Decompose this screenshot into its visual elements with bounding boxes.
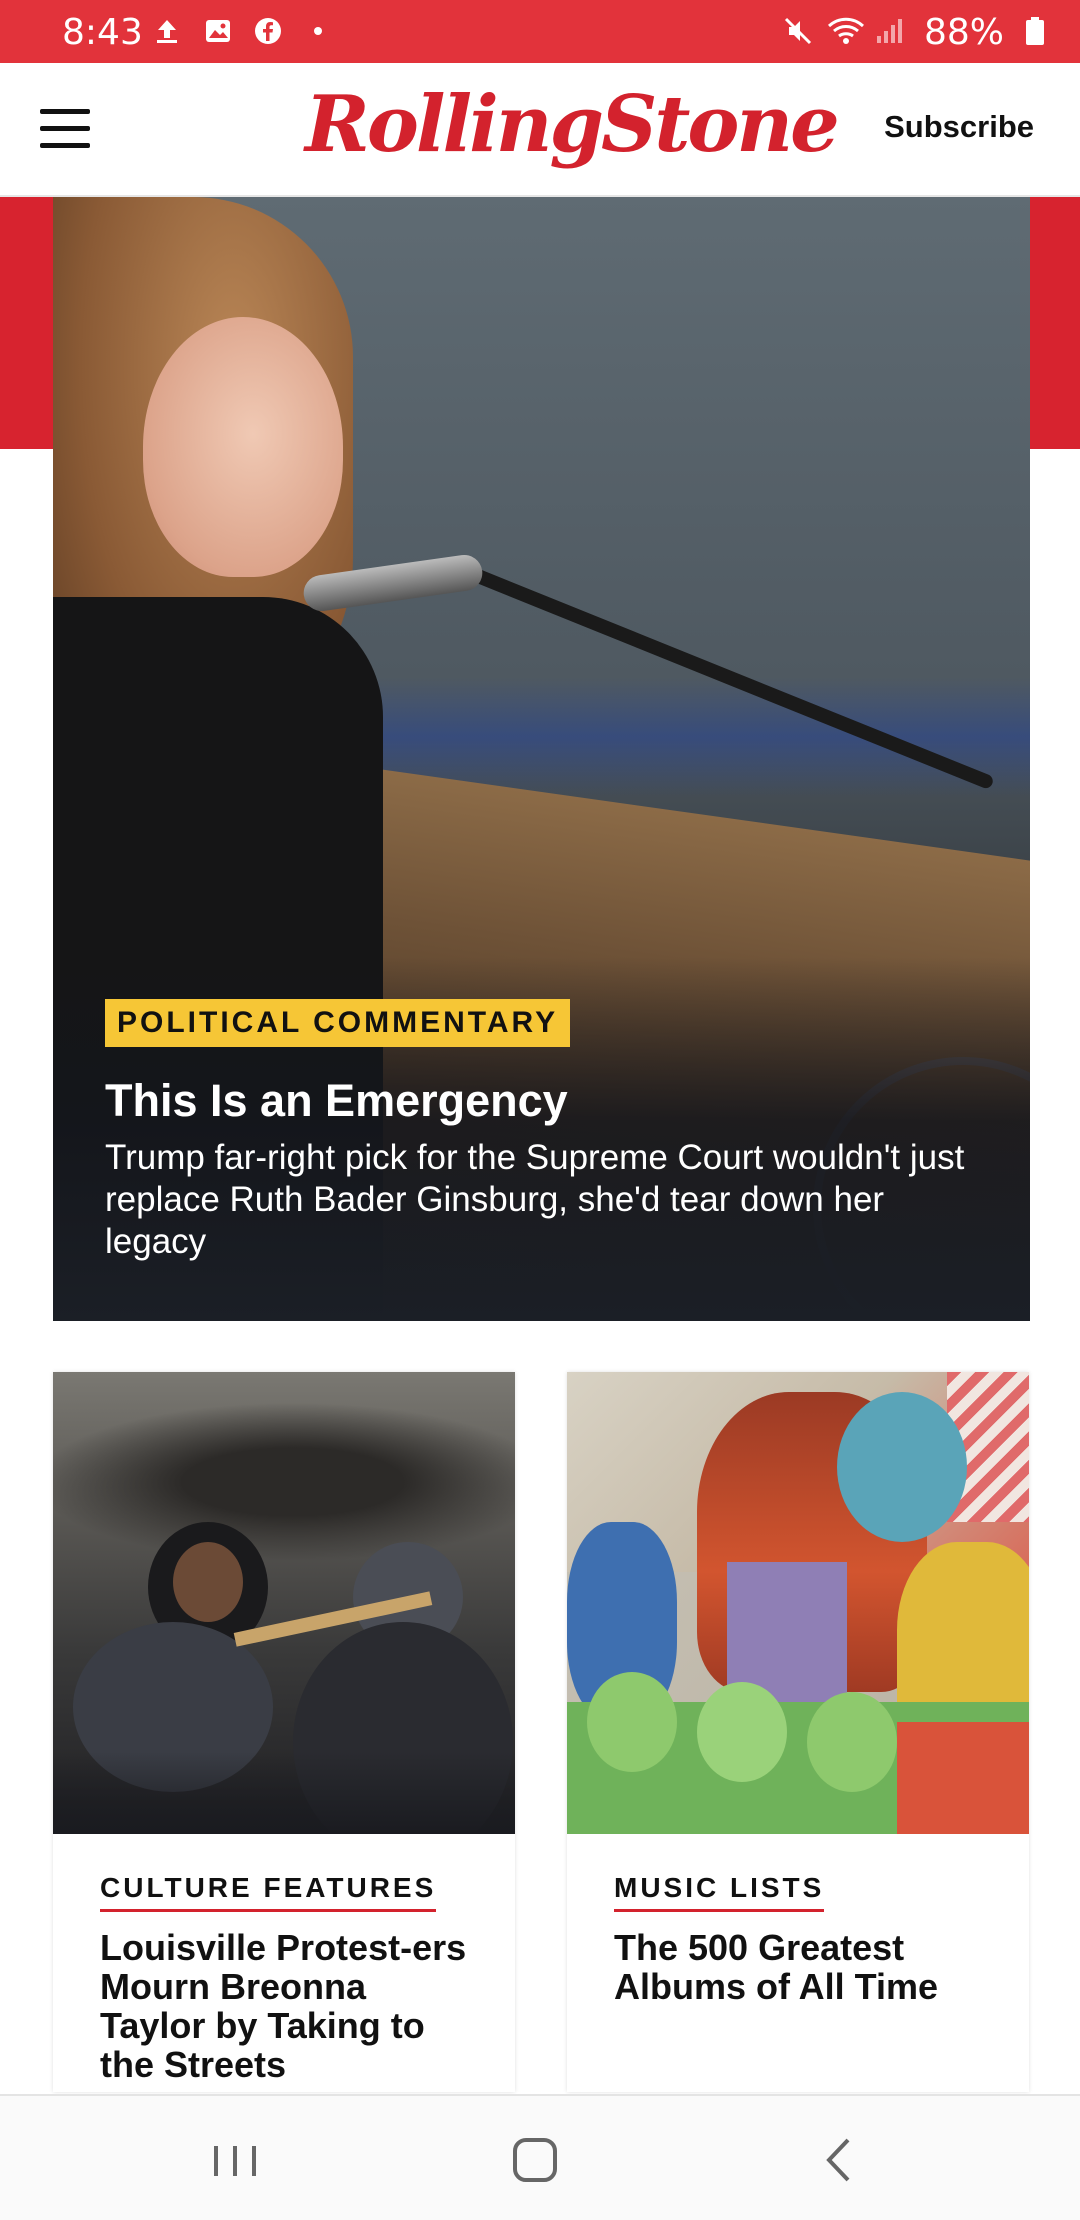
hero-story-card[interactable]: POLITICAL COMMENTARY This Is an Emergenc… <box>53 197 1030 1321</box>
battery-percent: 88% <box>923 12 1004 53</box>
menu-icon <box>40 109 90 114</box>
signal-icon <box>877 19 902 43</box>
facebook-icon <box>255 18 281 44</box>
site-header: RollingStone Subscribe <box>0 63 1080 197</box>
upload-icon <box>157 20 177 43</box>
story-category[interactable]: MUSIC LISTS <box>614 1872 825 1912</box>
story-card[interactable]: MUSIC LISTS The 500 Greatest Albums of A… <box>567 1372 1029 2092</box>
hero-category-badge[interactable]: POLITICAL COMMENTARY <box>105 999 571 1047</box>
wifi-icon <box>827 17 865 44</box>
image-icon <box>206 20 230 42</box>
story-title[interactable]: The 500 Greatest Albums of All Time <box>614 1928 994 2006</box>
subscribe-link[interactable]: Subscribe <box>884 109 1034 145</box>
story-card[interactable]: CULTURE FEATURES Louisville Protest-ers … <box>53 1372 515 2092</box>
status-bar: 8:43 88% <box>0 0 1080 63</box>
story-thumbnail <box>567 1372 1029 1834</box>
dot-icon <box>314 27 322 35</box>
battery-icon <box>1026 17 1044 45</box>
hero-dek: Trump far-right pick for the Supreme Cou… <box>105 1138 965 1261</box>
recent-apps-icon[interactable] <box>200 2128 270 2192</box>
home-icon[interactable] <box>500 2128 570 2192</box>
system-nav-bar <box>0 2094 1080 2220</box>
rolling-stone-logo[interactable]: RollingStone <box>305 79 840 170</box>
story-title[interactable]: Louisville Protest-ers Mourn Breonna Tay… <box>100 1928 480 2084</box>
story-category[interactable]: CULTURE FEATURES <box>100 1872 437 1912</box>
hero-headline[interactable]: This Is an Emergency <box>105 1075 568 1127</box>
back-icon[interactable] <box>803 2128 873 2192</box>
menu-icon-bar <box>40 126 90 131</box>
story-thumbnail <box>53 1372 515 1834</box>
mute-icon <box>784 17 812 45</box>
menu-icon-bar <box>40 143 90 148</box>
status-time: 8:43 <box>62 12 143 53</box>
menu-button[interactable] <box>40 109 94 149</box>
